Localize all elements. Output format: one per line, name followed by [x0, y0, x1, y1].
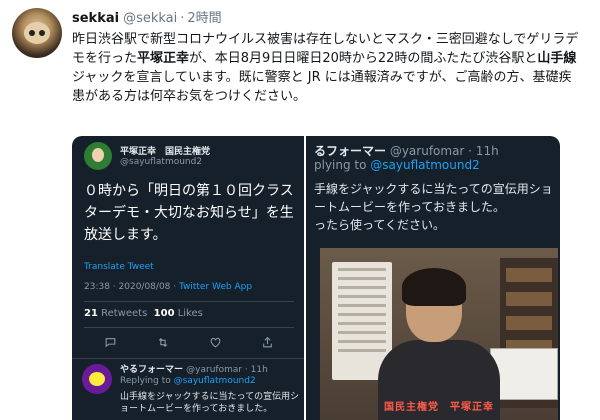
- video-person-hair: [402, 268, 466, 306]
- right-body: 手線をジャックするに当たっての宣伝用ショートムービーを作っておきました。 ったら…: [314, 182, 553, 232]
- likes-label: Likes: [174, 308, 203, 319]
- avatar-eye-left: [29, 30, 35, 36]
- divider: [72, 358, 304, 359]
- reply-handle: @yarufomar · 11h: [186, 365, 268, 375]
- replying-prefix: Replying to: [120, 376, 174, 386]
- tweet-text: 昨日渋谷駅で新型コロナウイルス被害は存在しないとマスク・三密回避なしでゲリラデモ…: [72, 30, 584, 106]
- media-image-right[interactable]: るフォーマー @yarufomar · 11h plying to @sayuf…: [306, 136, 560, 420]
- video-thumbnail[interactable]: 国民主権党 平塚正幸: [320, 248, 558, 420]
- divider: [84, 301, 294, 302]
- reply-name: やるフォーマー: [120, 365, 184, 375]
- separator-dot: ·: [180, 11, 185, 26]
- user-avatar[interactable]: [12, 8, 62, 58]
- avatar-face: [24, 22, 50, 44]
- replying-to: Replying to @sayuflatmound2: [120, 376, 256, 386]
- embedded-meta: 23:38 · 2020/08/08 · Twitter Web App: [84, 282, 252, 292]
- tweet-text-part: が、本日8月9日日曜日20時から22時の間ふたたび渋谷駅と: [189, 51, 538, 66]
- reply-author: やるフォーマー @yarufomar · 11h: [120, 362, 268, 375]
- retweets-count: 21: [84, 308, 98, 319]
- reply-icon: [104, 336, 117, 353]
- retweet-icon: [156, 336, 170, 353]
- author-name[interactable]: sekkai: [72, 11, 119, 26]
- likes-count: 100: [153, 308, 175, 319]
- media-image-left[interactable]: 平塚正幸 国民主権党 @sayuflatmound2 ０時から「明日の第１０回ク…: [72, 136, 304, 420]
- tweet-text-bold: 平塚正幸: [137, 51, 190, 66]
- tweet-header: sekkai @sekkai · 2時間: [72, 10, 222, 28]
- embedded-actions: [84, 333, 294, 355]
- right-name: るフォーマー: [314, 144, 387, 158]
- translate-link: Translate Tweet: [84, 262, 154, 272]
- embedded-timestamp: 23:38 · 2020/08/08 ·: [84, 282, 179, 292]
- replying-handle: @sayuflatmound2: [173, 376, 256, 386]
- like-icon: [209, 336, 222, 353]
- video-whiteboard: [490, 348, 558, 400]
- right-replying-prefix: plying to: [314, 158, 371, 172]
- embedded-avatar: [84, 142, 112, 170]
- author-handle[interactable]: @sekkai: [123, 11, 177, 26]
- retweets-label: Retweets: [97, 308, 154, 319]
- avatar-eye-right: [39, 30, 45, 36]
- embedded-handle: @sayuflatmound2: [120, 157, 203, 167]
- reply-avatar: [82, 364, 112, 394]
- tweet-text-part: ジャックを宣言しています。既に警察と JR には通報済みですが、ご高齢の方、基礎…: [72, 70, 572, 104]
- embedded-stats: 21 Retweets 100 Likes: [84, 308, 203, 319]
- embedded-body: ０時から「明日の第１０回クラスターデモ・大切なお知らせ」を生放送します。: [84, 183, 294, 243]
- right-replying-handle: @sayuflatmound2: [370, 158, 480, 172]
- right-replying-to: plying to @sayuflatmound2: [314, 158, 480, 172]
- embedded-app: Twitter Web App: [178, 282, 253, 292]
- right-author: るフォーマー @yarufomar · 11h: [314, 142, 499, 159]
- right-handle: @yarufomar · 11h: [386, 144, 499, 158]
- share-icon: [261, 336, 274, 353]
- tweet-text-bold: 山手線: [537, 51, 577, 66]
- divider: [84, 327, 294, 328]
- reply-text: 山手線をジャックするに当たっての宣伝用ショートムービーを作っておきました。: [120, 392, 300, 414]
- reply-avatar-face: [89, 372, 105, 386]
- video-caption: 国民主権党 平塚正幸: [384, 402, 494, 413]
- tweet-time[interactable]: 2時間: [187, 11, 221, 26]
- embedded-avatar-face: [92, 148, 104, 162]
- embedded-name: 平塚正幸 国民主権党: [120, 147, 211, 157]
